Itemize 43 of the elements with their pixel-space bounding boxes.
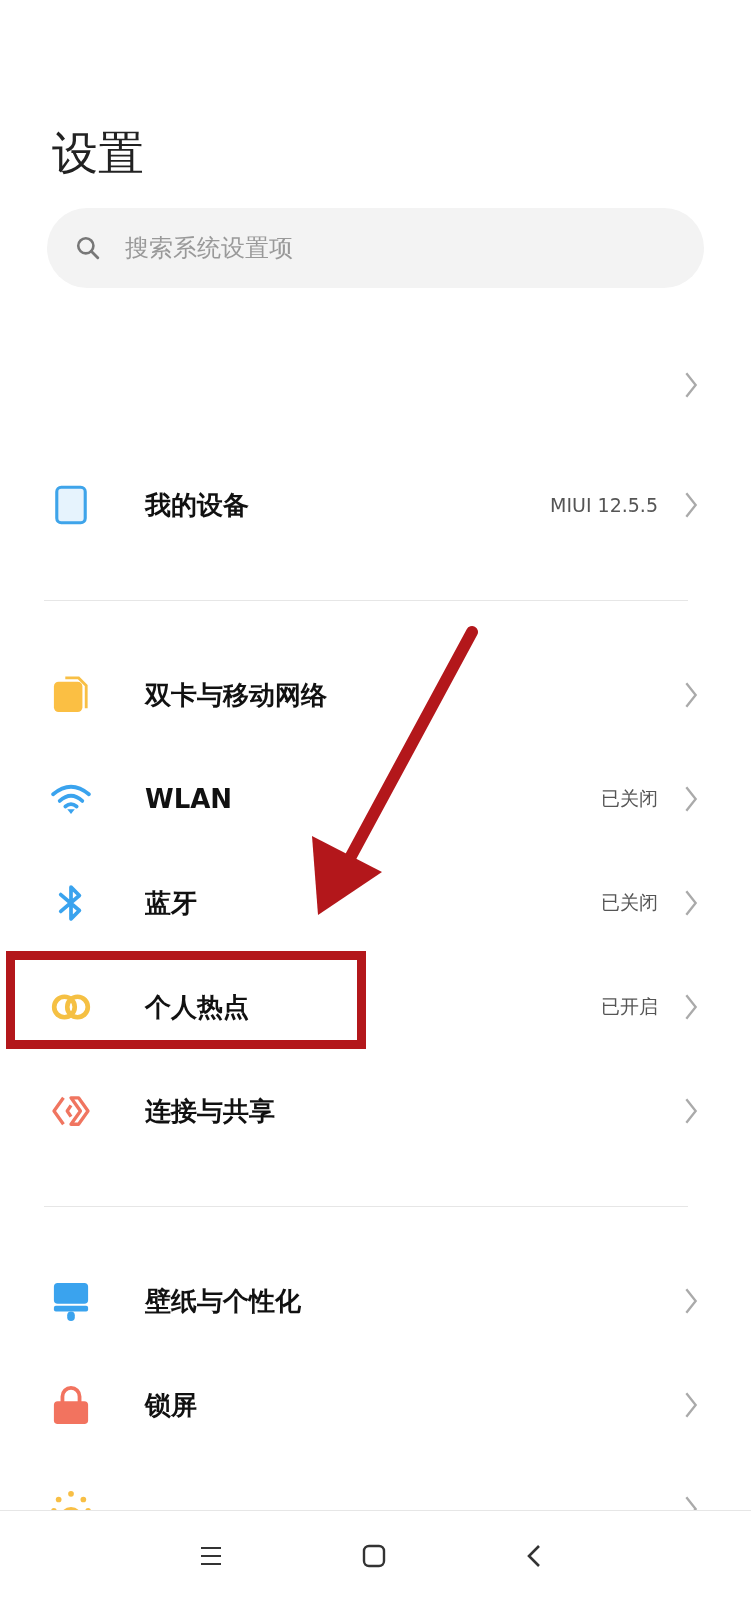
lock-icon — [52, 1385, 90, 1425]
wifi-icon — [50, 783, 92, 815]
item-label: 我的设备 — [145, 488, 250, 522]
linked-rings-icon — [50, 993, 92, 1021]
chevron-icon — [684, 491, 698, 519]
item-value: 已开启 — [601, 994, 658, 1019]
chevron-icon — [684, 371, 698, 399]
search-bar[interactable]: 搜索系统设置项 — [47, 208, 704, 288]
item-label: 蓝牙 — [145, 886, 198, 920]
chevron-icon — [684, 993, 698, 1021]
chevron-icon — [684, 681, 698, 709]
item-label: WLAN — [145, 784, 234, 814]
paint-brush-icon — [52, 1281, 90, 1321]
chevron-icon — [684, 1287, 698, 1315]
item-label: 个人热点 — [145, 990, 250, 1024]
chevron-icon — [684, 1097, 698, 1125]
settings-item[interactable]: 我的设备 MIUI 12.5.5 — [0, 453, 751, 557]
settings-item[interactable]: 锁屏 — [0, 1353, 751, 1457]
menu-icon[interactable] — [200, 1545, 223, 1566]
settings-item[interactable]: 双卡与移动网络 — [0, 643, 751, 747]
item-value: MIUI 12.5.5 — [550, 494, 658, 516]
back-icon[interactable] — [526, 1543, 541, 1568]
search-icon — [75, 235, 101, 261]
chevron-icon — [684, 785, 698, 813]
settings-item[interactable]: 连接与共享 — [0, 1059, 751, 1163]
share-arrows-icon — [50, 1094, 92, 1128]
chevron-icon — [684, 889, 698, 917]
phone-icon — [55, 485, 87, 525]
search-field[interactable]: 搜索系统设置项 — [123, 233, 676, 263]
page-title: 设置 — [52, 125, 145, 182]
sim-cards-icon — [52, 676, 90, 714]
settings-item[interactable]: WLAN 已关闭 — [0, 747, 751, 851]
item-label: 壁纸与个性化 — [145, 1284, 302, 1318]
home-square-icon[interactable] — [362, 1543, 387, 1568]
settings-item[interactable]: 壁纸与个性化 — [0, 1249, 751, 1353]
chevron-icon — [684, 1391, 698, 1419]
item-value: 已关闭 — [601, 786, 658, 811]
settings-item[interactable]: 蓝牙 已关闭 — [0, 851, 751, 955]
settings-item[interactable]: 个人热点 已开启 — [0, 955, 751, 1059]
item-label: 连接与共享 — [145, 1094, 276, 1128]
item-label: 双卡与移动网络 — [145, 678, 328, 712]
item-value: 已关闭 — [601, 890, 658, 915]
item-label: 锁屏 — [145, 1388, 198, 1422]
